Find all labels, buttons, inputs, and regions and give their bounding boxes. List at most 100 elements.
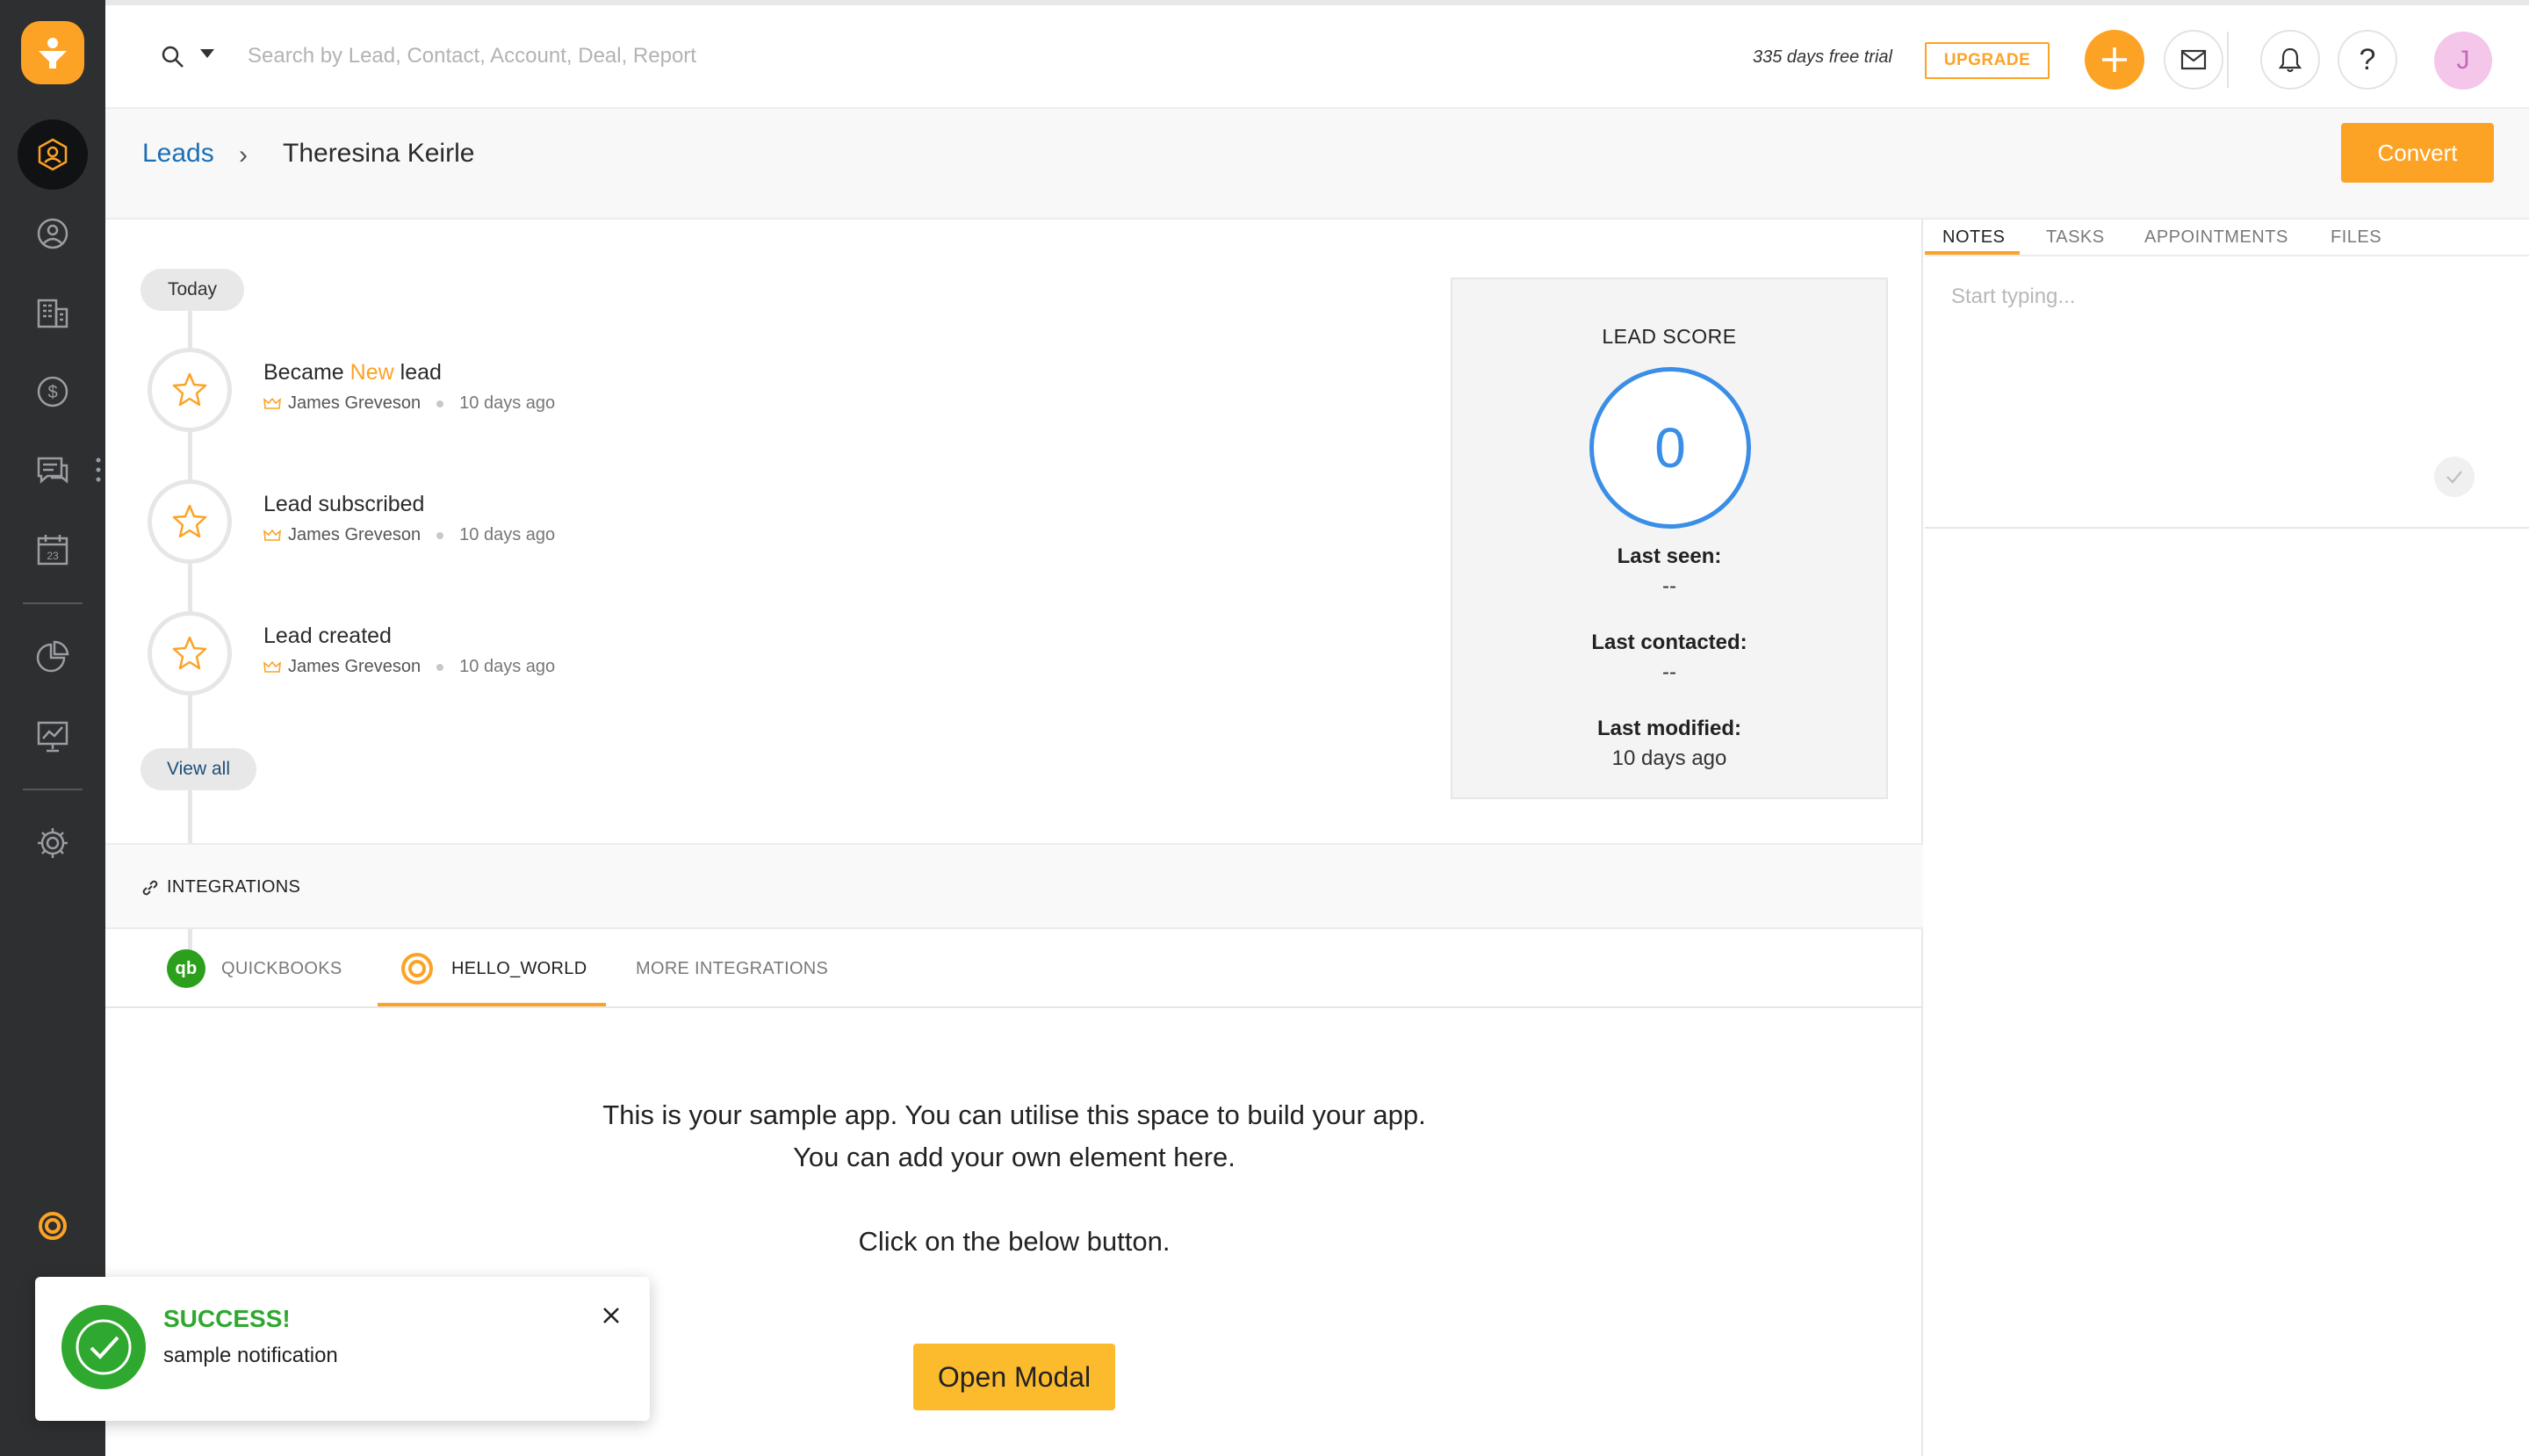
settings-icon xyxy=(38,828,68,858)
tab-label: MORE INTEGRATIONS xyxy=(636,958,829,978)
tab-label: HELLO_WORLD xyxy=(451,958,587,978)
search-icon[interactable] xyxy=(160,44,186,70)
tab-hello-world[interactable]: HELLO_WORLD xyxy=(399,929,587,1008)
side-panel-tabs: NOTES TASKS APPOINTMENTS FILES xyxy=(1925,220,2529,256)
notifications-button[interactable] xyxy=(2260,30,2320,90)
active-tab-indicator xyxy=(1925,251,2020,255)
crown-icon xyxy=(263,660,281,673)
last-seen-value: -- xyxy=(1662,574,1676,598)
breadcrumb-chevron-icon: › xyxy=(239,141,248,169)
sidebar-item-deals[interactable]: $ xyxy=(18,357,88,427)
sidebar-item-leads[interactable] xyxy=(18,119,88,190)
last-contacted-value: -- xyxy=(1662,660,1676,684)
toast-title: SUCCESS! xyxy=(163,1305,291,1332)
help-icon: ? xyxy=(2359,42,2376,76)
separator-dot xyxy=(436,663,444,671)
tab-quickbooks[interactable]: qb QUICKBOOKS xyxy=(167,929,342,1008)
svg-text:$: $ xyxy=(47,383,57,402)
separator-dot xyxy=(436,400,444,407)
tab-appointments[interactable]: APPOINTMENTS xyxy=(2144,220,2288,255)
crown-icon xyxy=(263,397,281,409)
tab-more-integrations[interactable]: MORE INTEGRATIONS xyxy=(636,929,828,1008)
close-icon[interactable] xyxy=(597,1301,625,1330)
tab-tasks[interactable]: TASKS xyxy=(2046,220,2105,255)
activity-side-panel: NOTES TASKS APPOINTMENTS FILES xyxy=(1925,220,2529,1456)
last-modified-label: Last modified: xyxy=(1596,717,1741,740)
save-note-button[interactable] xyxy=(2434,457,2475,497)
crown-icon xyxy=(263,529,281,541)
check-icon xyxy=(2446,471,2462,484)
link-icon xyxy=(142,880,158,896)
analytics-icon xyxy=(37,721,68,753)
sidebar-item-accounts[interactable] xyxy=(18,278,88,348)
success-toast: SUCCESS! sample notification xyxy=(35,1277,650,1421)
top-bar: 335 days free trial UPGRADE ? J xyxy=(105,0,2529,109)
timeline-event-star-icon xyxy=(148,479,232,564)
notes-editor xyxy=(1925,256,2529,529)
notes-input[interactable] xyxy=(1951,285,2496,309)
sidebar-divider xyxy=(23,789,83,790)
timeline-event-time: 10 days ago xyxy=(459,657,556,676)
timeline-event-meta: James Greveson 10 days ago xyxy=(263,525,555,545)
last-modified-value: 10 days ago xyxy=(1611,746,1727,770)
lead-score-value: 0 xyxy=(1589,367,1751,529)
sidebar-item-contacts[interactable] xyxy=(18,198,88,269)
timeline-event-user[interactable]: James Greveson xyxy=(288,657,421,677)
tab-files[interactable]: FILES xyxy=(2331,220,2381,255)
contacts-icon xyxy=(37,218,68,249)
app-logo-icon[interactable] xyxy=(21,21,84,84)
mail-icon xyxy=(2180,49,2207,70)
plus-icon xyxy=(2102,47,2127,72)
timeline-event-star-icon xyxy=(148,611,232,696)
sidebar-item-hello-world[interactable] xyxy=(18,1191,88,1261)
toast-message: sample notification xyxy=(163,1344,338,1367)
timeline-event-time: 10 days ago xyxy=(459,525,556,544)
sidebar-item-settings[interactable] xyxy=(18,808,88,878)
messages-icon xyxy=(37,457,68,484)
sidebar-item-analytics[interactable] xyxy=(18,701,88,771)
timeline-event-time: 10 days ago xyxy=(459,393,556,413)
timeline-event-user[interactable]: James Greveson xyxy=(288,393,421,414)
timeline-event-user[interactable]: James Greveson xyxy=(288,525,421,545)
integrations-header: INTEGRATIONS xyxy=(105,843,1923,929)
bell-icon xyxy=(2278,47,2302,73)
tab-label: QUICKBOOKS xyxy=(221,958,342,978)
lead-main-panel: Today Became New lead James Greveson 10 … xyxy=(105,220,1923,1456)
timeline-today-pill: Today xyxy=(140,269,244,311)
lead-score-card: LEAD SCORE 0 Last seen: -- Last contacte… xyxy=(1451,278,1888,799)
timeline-event-title: Became New lead xyxy=(263,360,442,385)
sidebar-item-reports[interactable] xyxy=(18,622,88,692)
help-button[interactable]: ? xyxy=(2338,30,2397,90)
sidebar-divider xyxy=(23,602,83,604)
resize-handle-icon[interactable] xyxy=(95,457,102,483)
view-all-button[interactable]: View all xyxy=(140,748,256,790)
timeline-event-meta: James Greveson 10 days ago xyxy=(263,393,555,414)
sidebar-item-calendar[interactable]: 23 xyxy=(18,515,88,585)
hello-world-app-icon xyxy=(401,953,433,984)
avatar[interactable]: J xyxy=(2434,32,2492,90)
trial-status: 335 days free trial xyxy=(1753,47,1892,67)
breadcrumb-leads-link[interactable]: Leads xyxy=(142,139,214,169)
search-scope-dropdown[interactable] xyxy=(200,49,214,58)
open-modal-button[interactable]: Open Modal xyxy=(913,1344,1115,1410)
tab-notes[interactable]: NOTES xyxy=(1942,220,2005,255)
timeline-event-star-icon xyxy=(148,348,232,432)
calendar-icon: 23 xyxy=(37,535,68,566)
integrations-tabs: qb QUICKBOOKS HELLO_WORLD MORE INTEGRATI… xyxy=(105,929,1923,1008)
sidebar-item-messages[interactable] xyxy=(18,436,88,506)
timeline-event-title: Lead created xyxy=(263,623,392,648)
last-contacted-label: Last contacted: xyxy=(1591,631,1747,654)
app-description-line: This is your sample app. You can utilise… xyxy=(602,1099,1426,1130)
leads-icon xyxy=(38,138,68,171)
active-tab-indicator xyxy=(378,1003,606,1006)
email-button[interactable] xyxy=(2164,30,2223,90)
reports-icon xyxy=(36,640,69,673)
search-input[interactable] xyxy=(248,37,1038,76)
upgrade-button[interactable]: UPGRADE xyxy=(1925,42,2050,79)
timeline-event-title: Lead subscribed xyxy=(263,492,425,516)
quick-add-button[interactable] xyxy=(2085,30,2144,90)
app-instruction: Click on the below button. xyxy=(858,1226,1171,1257)
sidebar: $ 23 xyxy=(0,0,105,1456)
convert-button[interactable]: Convert xyxy=(2341,123,2494,183)
toolbar-divider xyxy=(2227,32,2229,88)
